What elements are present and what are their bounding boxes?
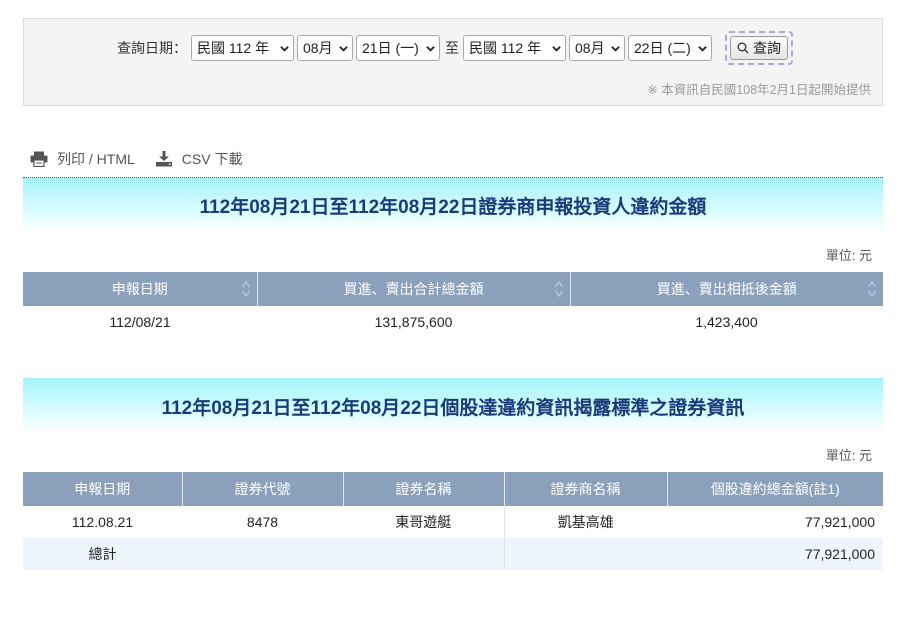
sort-icon — [554, 280, 563, 298]
table-row: 112.08.21 8478 東哥遊艇 凱基高雄 77,921,000 — [23, 506, 883, 538]
cell-report-date: 112.08.21 — [71, 514, 134, 530]
column-label: 買進、賣出合計總金額 — [343, 281, 484, 297]
end-year-value: 民國 112 年 — [469, 40, 542, 56]
end-month-select[interactable]: 08月 — [569, 35, 625, 61]
cell-security-name: 東哥遊艇 — [343, 506, 505, 538]
chevron-down-icon — [426, 45, 435, 52]
column-header-total-amount[interactable]: 買進、賣出合計總金額 — [257, 272, 571, 306]
column-header-security-code: 證券代號 — [182, 472, 344, 506]
section1-title-text: 證券商申報投資人違約金額 — [478, 197, 707, 218]
column-header-report-date[interactable]: 申報日期 — [23, 272, 258, 306]
csv-download-label: CSV 下載 — [181, 151, 243, 167]
section2-title-date: 112年08月21日至112年08月22日 — [161, 397, 441, 419]
total-label: 總計 — [23, 538, 182, 570]
print-html-link[interactable]: 列印 / HTML — [30, 149, 135, 169]
chevron-down-icon — [611, 45, 620, 52]
section2-title-text: 個股達違約資訊揭露標準之證券資訊 — [440, 397, 745, 419]
table-header-row: 申報日期 證券代號 證券名稱 證券商名稱 個股違約總金額(註1) — [23, 472, 883, 506]
sort-icon — [867, 280, 877, 298]
data-availability-note: ※ 本資訊自民國108年2月1日起開始提供 — [647, 83, 871, 97]
total-amount: 77,921,000 — [667, 538, 883, 570]
section2-unit: 單位: 元 — [825, 448, 872, 463]
to-label: 至 — [445, 40, 459, 56]
printer-icon — [30, 151, 48, 167]
section1-title-date: 112年08月21日至112年08月22日 — [199, 197, 479, 218]
download-icon — [155, 151, 172, 167]
chevron-down-icon — [339, 45, 348, 52]
cell-net-amount: 1,423,400 — [695, 314, 758, 330]
total-row: 總計 77,921,000 — [23, 538, 883, 570]
chevron-down-icon — [280, 45, 289, 52]
start-year-select[interactable]: 民國 112 年 — [191, 35, 294, 61]
query-button[interactable]: 查詢 — [730, 36, 788, 60]
start-year-value: 民國 112 年 — [197, 40, 270, 56]
column-header-security-name: 證券名稱 — [343, 472, 505, 506]
column-header-broker-name: 證券商名稱 — [504, 472, 668, 506]
end-month-value: 08月 — [575, 40, 605, 56]
query-button-label: 查詢 — [753, 40, 781, 56]
chevron-down-icon — [698, 45, 707, 52]
cell-violation-amount: 77,921,000 — [804, 514, 875, 530]
start-day-select[interactable]: 21日 (一) — [356, 35, 440, 61]
table-header-row: 申報日期 買進、賣出合計總金額 買進、賣出相抵後金額 — [23, 272, 883, 306]
end-day-select[interactable]: 22日 (二) — [628, 35, 712, 61]
stock-violation-table: 申報日期 證券代號 證券名稱 證券商名稱 個股違約總金額(註1) 112.08.… — [23, 472, 883, 570]
cell-broker-name: 凱基高雄 — [557, 514, 614, 530]
total-empty-cell — [182, 538, 505, 570]
table-row: 112/08/21 131,875,600 1,423,400 — [23, 306, 883, 338]
end-year-select[interactable]: 民國 112 年 — [463, 35, 566, 61]
query-row: 查詢日期： 民國 112 年 08月 21日 (一) 至 民國 112 年 08… — [24, 31, 882, 65]
cell-security-code: 8478 — [246, 514, 279, 530]
start-month-value: 08月 — [303, 40, 333, 56]
sort-icon — [241, 280, 250, 298]
column-header-violation-amount: 個股違約總金額(註1) — [667, 472, 883, 506]
csv-download-link[interactable]: CSV 下載 — [155, 149, 243, 169]
export-toolbar: 列印 / HTML CSV 下載 — [30, 149, 262, 169]
query-panel: 查詢日期： 民國 112 年 08月 21日 (一) 至 民國 112 年 08… — [23, 18, 883, 106]
cell-total-amount: 131,875,600 — [374, 314, 453, 330]
end-day-value: 22日 (二) — [634, 40, 691, 56]
violation-amount-table: 申報日期 買進、賣出合計總金額 買進、賣出相抵後金額 112/08/21 131… — [23, 272, 883, 338]
print-html-label: 列印 / HTML — [57, 151, 135, 167]
query-date-label: 查詢日期： — [117, 40, 187, 56]
section1-unit: 單位: 元 — [825, 248, 872, 263]
search-icon — [737, 42, 749, 54]
chevron-down-icon — [552, 45, 561, 52]
column-header-net-amount[interactable]: 買進、賣出相抵後金額 — [570, 272, 883, 306]
section2-title: 112年08月21日至112年08月22日 個股達違約資訊揭露標準之證券資訊 — [23, 378, 883, 434]
start-month-select[interactable]: 08月 — [297, 35, 353, 61]
query-button-focus-ring: 查詢 — [725, 31, 793, 65]
start-day-value: 21日 (一) — [362, 40, 419, 56]
total-empty-cell — [504, 538, 667, 570]
column-header-report-date: 申報日期 — [23, 472, 183, 506]
column-label: 買進、賣出相抵後金額 — [656, 281, 797, 297]
column-label: 申報日期 — [111, 281, 168, 297]
cell-report-date: 112/08/21 — [109, 314, 171, 330]
section1-title: 112年08月21日至112年08月22日 證券商申報投資人違約金額 — [23, 177, 883, 233]
